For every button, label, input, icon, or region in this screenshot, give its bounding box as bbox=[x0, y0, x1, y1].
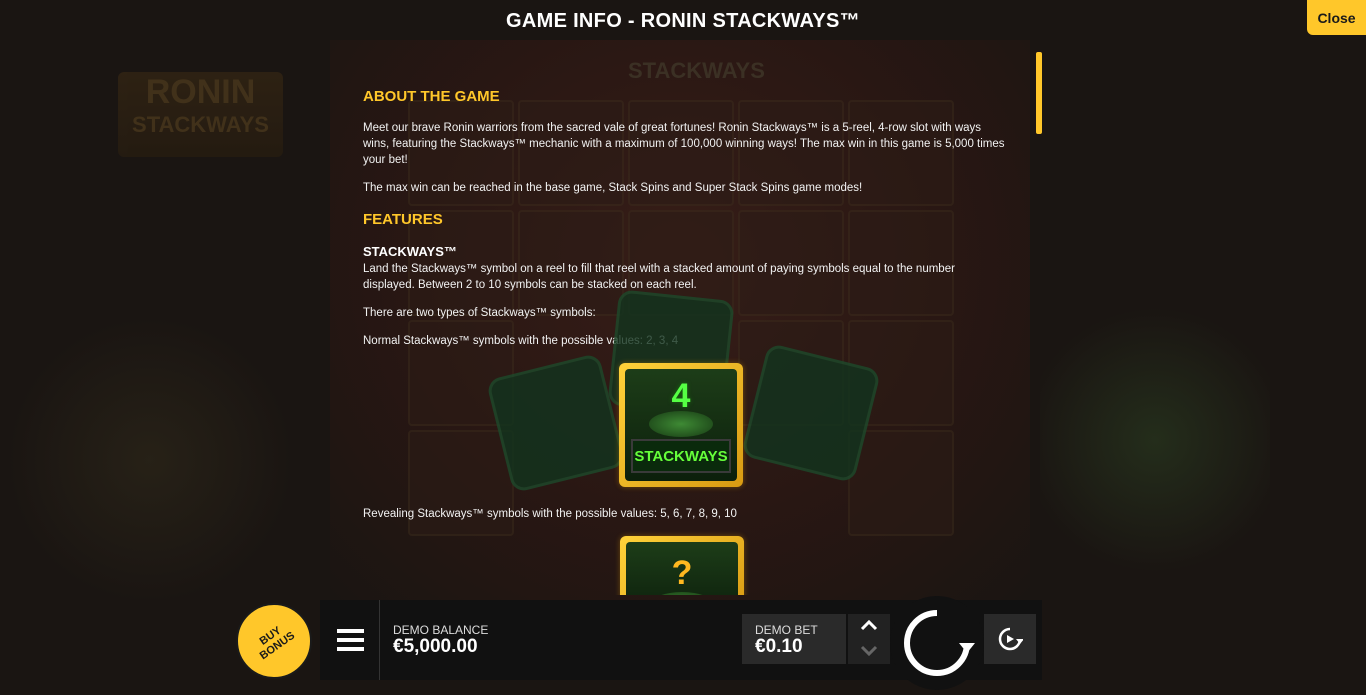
dice-image bbox=[740, 342, 882, 484]
dice-image bbox=[485, 352, 627, 494]
about-paragraph-1: Meet our brave Ronin warriors from the s… bbox=[363, 122, 1005, 166]
bet-value: €0.10 bbox=[755, 636, 803, 657]
balance-value: €5,000.00 bbox=[393, 636, 478, 657]
bet-stepper bbox=[848, 614, 890, 664]
divider bbox=[379, 600, 380, 680]
buy-bonus-button[interactable]: BUY BONUS bbox=[236, 603, 312, 679]
features-heading: FEATURES bbox=[363, 211, 443, 228]
background-logo-line2: STACKWAYS bbox=[132, 112, 269, 137]
spin-arrow-icon bbox=[904, 610, 975, 676]
bet-label: DEMO BET bbox=[755, 623, 818, 637]
close-button[interactable]: Close bbox=[1307, 0, 1366, 35]
spin-button[interactable] bbox=[890, 596, 984, 690]
background-character-right bbox=[1040, 290, 1270, 590]
info-scrollbar-thumb[interactable] bbox=[1036, 52, 1042, 134]
normal-stackways-symbol: 4 STACKWAYS bbox=[619, 363, 743, 487]
hamburger-menu-icon[interactable] bbox=[330, 620, 370, 660]
revealing-stackways-symbol: ? bbox=[620, 536, 744, 595]
background-logo-line1: RONIN bbox=[145, 73, 256, 111]
chevron-down-icon[interactable] bbox=[859, 640, 879, 660]
buy-bonus-label: BUY BONUS bbox=[257, 624, 298, 663]
background-character-left bbox=[0, 320, 300, 600]
balance-label: DEMO BALANCE bbox=[393, 623, 489, 637]
autoplay-icon bbox=[998, 627, 1023, 651]
stackways-paragraph-4: Revealing Stackways™ symbols with the po… bbox=[363, 508, 737, 520]
drum-graphic bbox=[649, 411, 713, 437]
autoplay-button[interactable] bbox=[984, 614, 1036, 664]
stackways-paragraph-1: Land the Stackways™ symbol on a reel to … bbox=[363, 263, 955, 291]
game-info-panel: ABOUT THE GAME Meet our brave Ronin warr… bbox=[363, 80, 1013, 595]
background-logo: RONIN STACKWAYS bbox=[118, 72, 283, 157]
stackways-heading: STACKWAYS™ bbox=[363, 244, 457, 259]
symbol-label: STACKWAYS bbox=[631, 439, 731, 473]
about-heading: ABOUT THE GAME bbox=[363, 88, 500, 105]
page-title: GAME INFO - RONIN STACKWAYS™ bbox=[506, 10, 860, 32]
info-scrollbar[interactable] bbox=[1036, 52, 1042, 592]
chevron-up-icon[interactable] bbox=[859, 616, 879, 636]
symbol-value: ? bbox=[671, 554, 693, 592]
about-paragraph-2: The max win can be reached in the base g… bbox=[363, 182, 863, 194]
bet-display: DEMO BET €0.10 bbox=[742, 614, 846, 664]
